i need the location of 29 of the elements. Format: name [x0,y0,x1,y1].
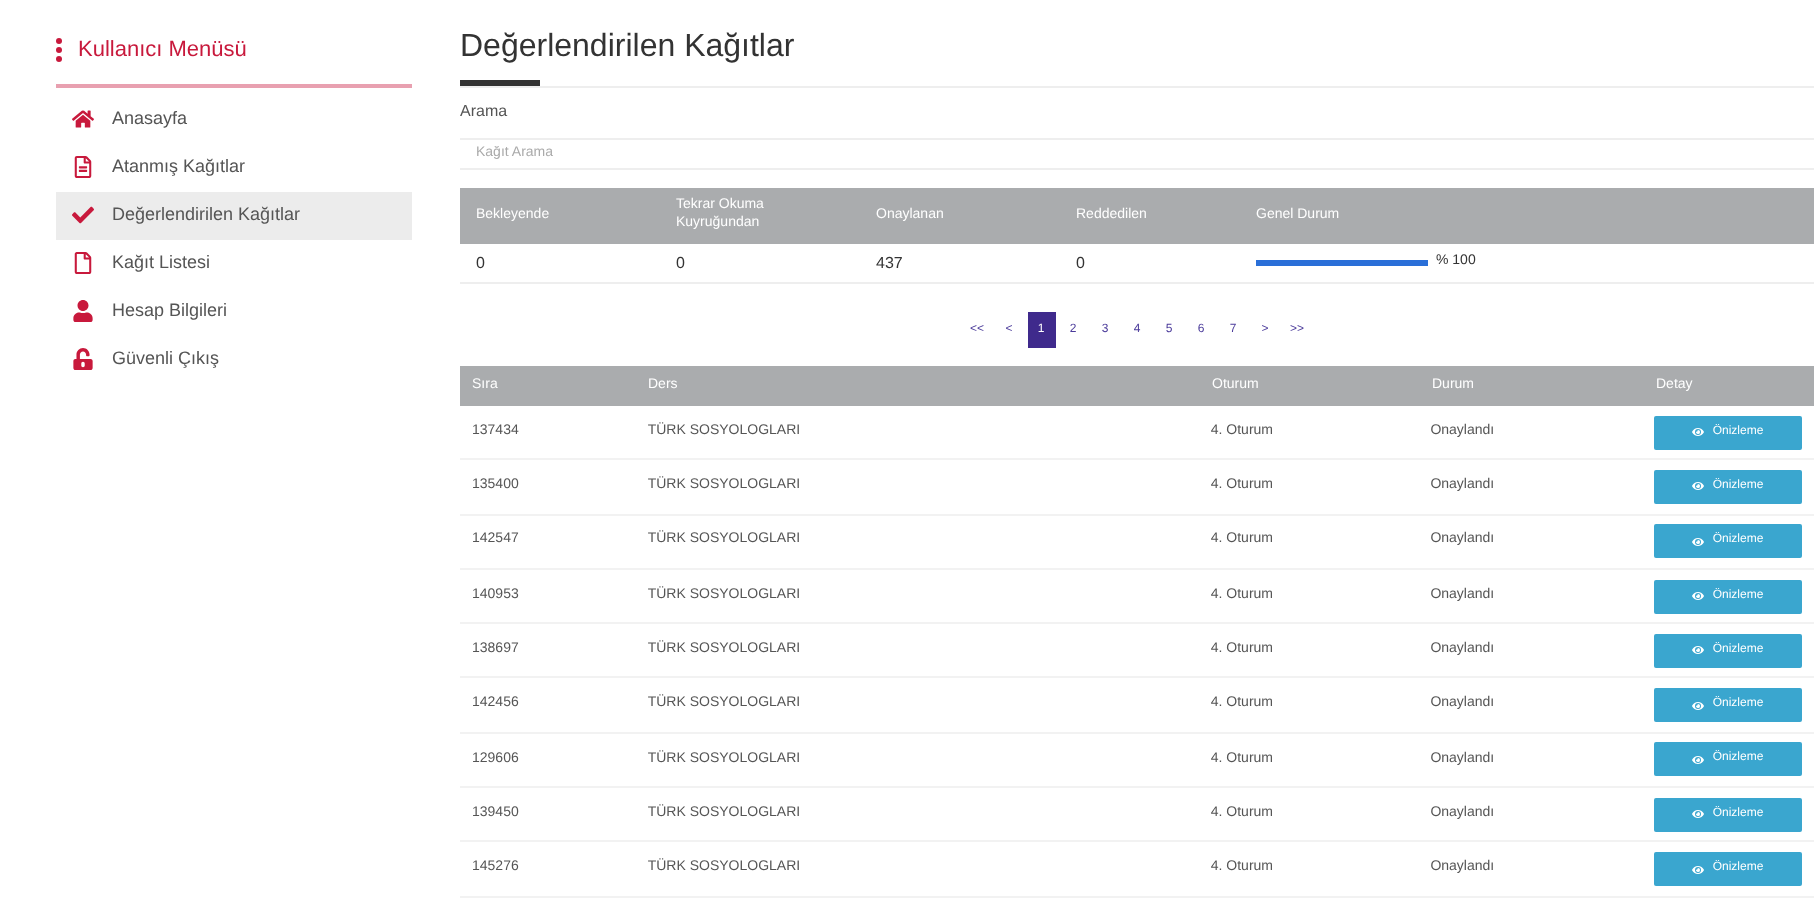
doc-icon [72,156,94,178]
eye-icon [1692,863,1705,876]
check-icon [72,204,94,226]
page-title: Değerlendirilen Kağıtlar [460,28,795,68]
sidebar-item[interactable]: Değerlendirilen Kağıtlar [56,191,412,239]
eye-icon [1692,590,1705,603]
summary-value: 0 [1076,253,1085,271]
eye-icon [1692,699,1705,712]
sidebar-item[interactable]: Hesap Bilgileri [56,287,412,335]
sidebar-item[interactable]: Güvenli Çıkış [56,335,412,383]
sidebar-item[interactable]: Kağıt Listesi [56,239,412,287]
eye-icon [1692,753,1705,766]
menu-dots-icon [56,38,62,63]
summary-value: 0 [476,253,485,271]
summary-value: 0 [676,253,685,271]
eye-icon [1692,426,1705,439]
lock-icon [72,348,94,370]
user-icon [72,300,94,322]
eye-icon [1692,644,1705,657]
search-label: Arama [460,100,508,124]
sidebar-item[interactable]: Anasayfa [56,95,412,143]
sidebar-title: Kullanıcı Menüsü [78,36,247,66]
summary-value: 437 [876,253,903,271]
eye-icon [1692,480,1705,493]
home-icon [72,108,94,130]
eye-icon [1692,535,1705,548]
file-icon [72,252,94,274]
sidebar-item[interactable]: Atanmış Kağıtlar [56,143,412,191]
eye-icon [1692,808,1705,821]
